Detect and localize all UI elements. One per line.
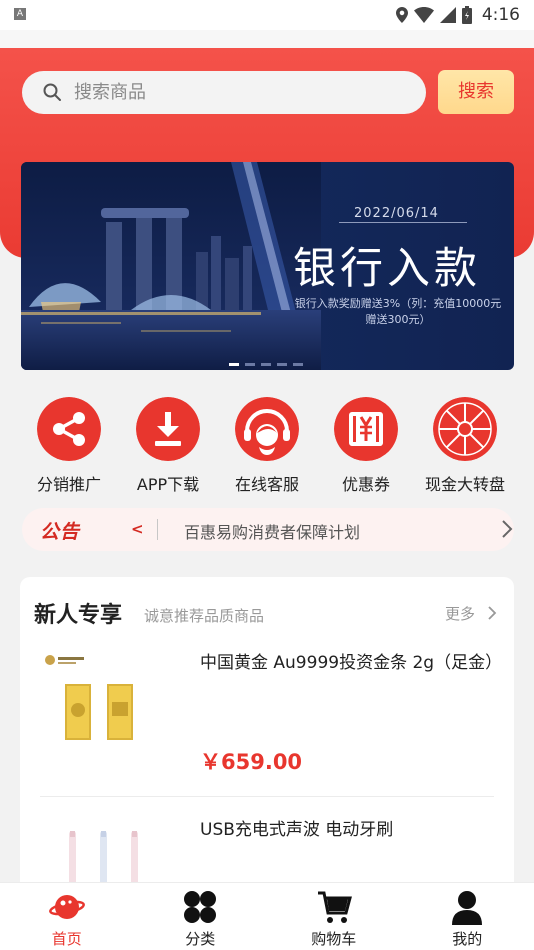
status-icons: 4:16 bbox=[395, 4, 520, 26]
home-planet-icon bbox=[48, 895, 85, 919]
shortcut-share[interactable]: 分销推广 bbox=[20, 395, 118, 500]
download-icon bbox=[136, 397, 200, 461]
chevron-right-icon[interactable] bbox=[487, 605, 497, 621]
tab-category[interactable]: 分类 bbox=[134, 883, 268, 950]
category-icon bbox=[184, 891, 217, 923]
banner-headline: 银行入款 bbox=[293, 244, 481, 294]
search-button[interactable]: 搜索 bbox=[438, 70, 514, 114]
announcement-bar[interactable]: 公告 < 百惠易购消费者保障计划 bbox=[22, 508, 514, 551]
promo-banner[interactable]: 2022/06/14 银行入款 银行入款奖励赠送3%（列：充值10000元赠送3… bbox=[21, 162, 514, 370]
tab-label: 我的 bbox=[452, 930, 483, 948]
banner-date-underline bbox=[339, 222, 467, 223]
product-item[interactable]: 中国黄金 Au9999投资金条 2g（足金） ￥659.00 bbox=[40, 650, 514, 796]
customer-service-icon bbox=[235, 397, 299, 461]
header-gap bbox=[0, 30, 534, 48]
signal-icon bbox=[439, 7, 456, 23]
tab-label: 购物车 bbox=[311, 930, 357, 948]
banner-subtext: 银行入款奖励赠送3%（列：充值10000元赠送300元） bbox=[294, 297, 502, 326]
cart-icon bbox=[317, 891, 352, 923]
notification-badge: A bbox=[14, 8, 26, 20]
city-skyline-image bbox=[21, 162, 321, 370]
status-bar: A 4:16 bbox=[0, 0, 534, 30]
section-subtitle: 诚意推荐品质商品 bbox=[144, 607, 265, 625]
prize-wheel-icon bbox=[433, 397, 497, 461]
announcement-arrow-icon: < bbox=[131, 520, 144, 538]
product-name: USB充电式声波 电动牙刷 bbox=[200, 820, 394, 840]
search-bar[interactable] bbox=[22, 71, 426, 114]
announcement-text: 百惠易购消费者保障计划 bbox=[184, 523, 361, 542]
bottom-tab-bar: 首页 分类 购物车 我的 bbox=[0, 882, 534, 950]
chevron-right-icon bbox=[502, 520, 513, 538]
shortcut-customer-service[interactable]: 在线客服 bbox=[218, 395, 316, 500]
shortcut-label: 优惠券 bbox=[341, 475, 390, 494]
tab-label: 首页 bbox=[51, 930, 82, 948]
search-icon bbox=[43, 83, 61, 101]
battery-icon bbox=[461, 6, 472, 24]
shortcut-label: 在线客服 bbox=[234, 475, 299, 494]
announcement-tag: 公告 bbox=[40, 521, 81, 543]
more-link[interactable]: 更多 bbox=[445, 603, 475, 624]
tab-label: 分类 bbox=[185, 930, 216, 948]
wifi-icon bbox=[413, 7, 434, 23]
product-name: 中国黄金 Au9999投资金条 2g（足金） bbox=[200, 653, 503, 673]
location-icon bbox=[395, 7, 408, 23]
announcement-divider bbox=[157, 519, 158, 540]
product-item[interactable]: USB充电式声波 电动牙刷 bbox=[40, 817, 514, 937]
tab-profile[interactable]: 我的 bbox=[401, 883, 534, 950]
coupon-icon bbox=[334, 397, 398, 461]
shortcut-label: APP下载 bbox=[136, 475, 200, 494]
shortcut-coupon[interactable]: 优惠券 bbox=[317, 395, 415, 500]
banner-pagination bbox=[229, 363, 303, 366]
shortcut-row: 分销推广 APP下载 在线客服 优惠券 现金大转盘 bbox=[20, 395, 514, 500]
tab-cart[interactable]: 购物车 bbox=[267, 883, 401, 950]
product-divider bbox=[40, 796, 494, 797]
share-icon bbox=[37, 397, 101, 461]
product-price: ￥659.00 bbox=[200, 750, 303, 774]
tab-home[interactable]: 首页 bbox=[0, 883, 134, 950]
shortcut-label: 分销推广 bbox=[36, 475, 101, 494]
search-input[interactable] bbox=[74, 71, 414, 114]
shortcut-app-download[interactable]: APP下载 bbox=[119, 395, 217, 500]
gold-bar-image bbox=[40, 650, 160, 770]
user-icon bbox=[452, 891, 483, 925]
shortcut-prize-wheel[interactable]: 现金大转盘 bbox=[416, 395, 514, 500]
banner-date: 2022/06/14 bbox=[354, 206, 439, 221]
clock: 4:16 bbox=[481, 5, 520, 25]
shortcut-label: 现金大转盘 bbox=[424, 475, 505, 494]
section-title: 新人专享 bbox=[34, 603, 123, 628]
